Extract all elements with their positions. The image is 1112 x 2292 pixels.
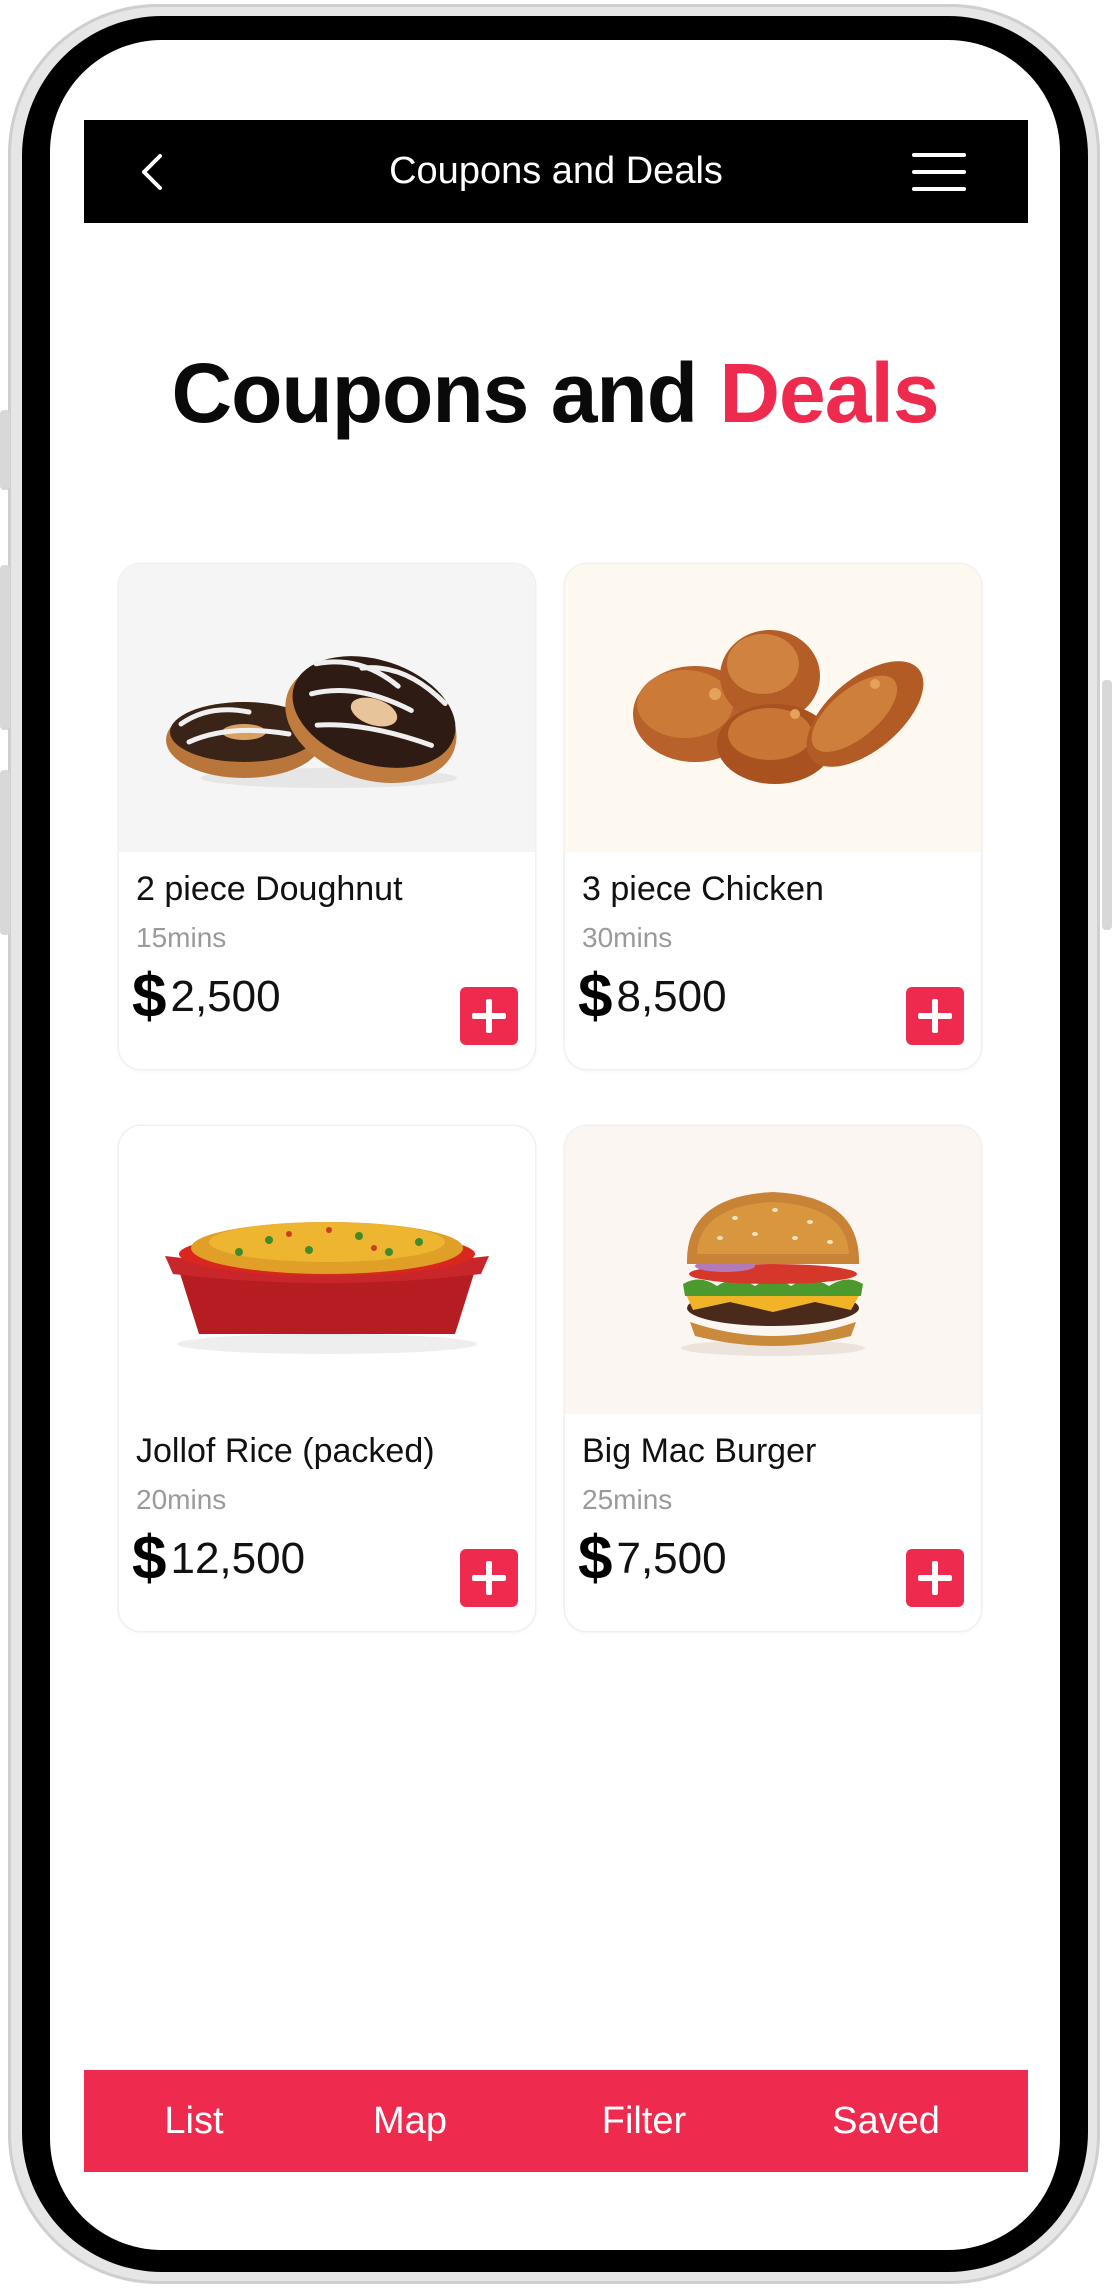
side-button bbox=[0, 410, 10, 490]
product-card-chicken[interactable]: 3 piece Chicken 30mins $ 8,500 bbox=[565, 564, 981, 1069]
product-name: Jollof Rice (packed) bbox=[136, 1432, 435, 1470]
price-row: $ 8,500 bbox=[578, 966, 727, 1028]
app-stage: Coupons and Deals Coupons and Deals 2 pi… bbox=[0, 0, 1112, 2292]
bottom-nav: List Map Filter Saved bbox=[84, 2070, 1028, 2172]
product-time: 15mins bbox=[136, 922, 227, 953]
page-title: Coupons and Deals bbox=[50, 345, 1060, 442]
product-card-doughnut[interactable]: 2 piece Doughnut 15mins $ 2,500 bbox=[119, 564, 535, 1069]
hamburger-menu-icon[interactable] bbox=[912, 153, 966, 191]
currency-symbol: $ bbox=[132, 1524, 167, 1593]
nav-item-filter[interactable]: Filter bbox=[574, 2070, 714, 2172]
burger-image bbox=[565, 1126, 981, 1414]
product-name: 2 piece Doughnut bbox=[136, 870, 403, 908]
product-price: 8,500 bbox=[616, 972, 727, 1021]
nav-item-list[interactable]: List bbox=[144, 2070, 244, 2172]
plus-icon[interactable] bbox=[906, 1549, 964, 1607]
product-price: 7,500 bbox=[616, 1534, 727, 1583]
product-card-jollof-rice[interactable]: Jollof Rice (packed) 20mins $ 12,500 bbox=[119, 1126, 535, 1631]
header-title: Coupons and Deals bbox=[389, 150, 723, 192]
price-row: $ 2,500 bbox=[132, 966, 281, 1028]
nav-item-label: Map bbox=[373, 2099, 447, 2142]
plus-icon[interactable] bbox=[906, 987, 964, 1045]
product-price: 12,500 bbox=[170, 1534, 306, 1583]
plus-icon[interactable] bbox=[460, 987, 518, 1045]
side-button bbox=[1102, 680, 1112, 930]
currency-symbol: $ bbox=[578, 1524, 613, 1593]
page-title-accent: Deals bbox=[719, 346, 939, 440]
product-time: 20mins bbox=[136, 1484, 227, 1515]
jollof-rice-image bbox=[119, 1126, 535, 1414]
product-time: 25mins bbox=[582, 1484, 673, 1515]
nav-item-label: Filter bbox=[601, 2099, 687, 2142]
nav-item-saved[interactable]: Saved bbox=[806, 2070, 966, 2172]
header-bar: Coupons and Deals bbox=[84, 120, 1028, 223]
price-row: $ 7,500 bbox=[578, 1528, 727, 1590]
product-time: 30mins bbox=[582, 922, 673, 953]
product-name: Big Mac Burger bbox=[582, 1432, 817, 1470]
side-button bbox=[0, 770, 10, 935]
product-card-burger[interactable]: Big Mac Burger 25mins $ 7,500 bbox=[565, 1126, 981, 1631]
nav-item-label: List bbox=[164, 2099, 224, 2142]
price-row: $ 12,500 bbox=[132, 1528, 305, 1590]
side-button bbox=[0, 565, 10, 730]
product-price: 2,500 bbox=[170, 972, 281, 1021]
nav-item-label: Saved bbox=[832, 2099, 940, 2142]
plus-icon[interactable] bbox=[460, 1549, 518, 1607]
product-name: 3 piece Chicken bbox=[582, 870, 824, 908]
nav-item-map[interactable]: Map bbox=[350, 2070, 470, 2172]
currency-symbol: $ bbox=[578, 962, 613, 1031]
doughnut-image bbox=[119, 564, 535, 852]
fried-chicken-image bbox=[565, 564, 981, 852]
currency-symbol: $ bbox=[132, 962, 167, 1031]
phone-screen: Coupons and Deals Coupons and Deals 2 pi… bbox=[50, 40, 1060, 2250]
page-title-main: Coupons and bbox=[171, 346, 720, 440]
